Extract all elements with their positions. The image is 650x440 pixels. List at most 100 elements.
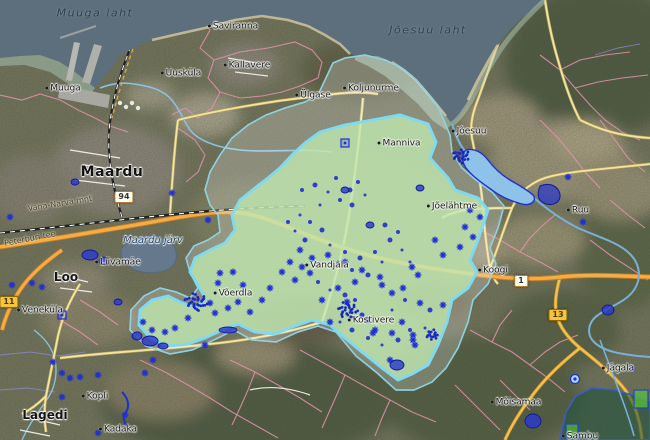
water-feature-spot [381,344,384,347]
karst-dot [191,292,194,295]
water-feature-spot [299,214,302,217]
natura-patch [634,390,648,408]
karst-dot [346,314,349,317]
protected-object-marker [297,247,304,254]
karst-dot [201,298,204,301]
karst-dot [457,157,460,160]
karst-dot [341,312,344,315]
protected-object-marker [325,252,332,259]
protected-object-marker [67,375,74,382]
water-feature-spot [396,230,400,234]
water-feature-spot [337,261,340,264]
satellite-basemap [0,0,650,440]
protected-object-marker [399,319,406,326]
protected-object-marker [415,272,422,279]
protected-site-dot [61,314,64,317]
water-feature-spot [343,293,348,298]
karst-dot [188,297,191,300]
karst-dot [349,316,352,319]
water-feature-spot [428,308,433,313]
protected-object-marker [400,285,407,292]
karst-dot [453,157,456,160]
protected-water-polygon [525,414,541,428]
karst-dot [202,295,205,298]
karst-dot [435,337,438,340]
protected-object-marker [59,370,66,377]
protected-water-polygon [82,250,98,260]
karst-dot [196,296,199,299]
protected-object-marker [172,325,179,332]
protected-object-marker [364,317,371,324]
protected-object-marker [409,264,416,271]
protected-object-marker [467,207,474,214]
water-feature-spot [338,198,342,202]
protected-object-marker [205,217,212,224]
spring-icon-dot [573,377,576,380]
protected-object-marker [225,305,232,312]
protected-object-marker [432,237,439,244]
protected-object-marker [307,270,314,277]
karst-dot [344,309,347,312]
karst-dot [199,304,202,307]
protected-object-marker [29,280,36,287]
water-feature-spot [366,273,371,278]
protected-water-polygon [341,187,349,193]
karst-dot [351,308,354,311]
protected-object-marker [39,284,46,291]
protected-water-polygon [366,222,374,228]
protected-object-marker [457,244,464,251]
protected-object-marker [212,310,219,317]
map-viewport[interactable]: Muuga lahtJõesuu lahtMaarduLooLagediMuug… [0,0,650,440]
karst-dot [462,151,465,154]
water-feature-spot [313,183,318,188]
protected-object-marker [9,282,16,289]
protected-object-marker [580,219,587,226]
protected-object-marker [292,277,299,284]
protected-water-polygon [158,343,168,349]
karst-dot [344,306,347,309]
protected-object-marker [565,174,572,181]
karst-dot [466,153,469,156]
karst-dot [430,331,433,334]
karst-dot [427,330,430,333]
karst-dot [196,299,199,302]
karst-dot [428,333,431,336]
water-feature-spot [373,250,377,254]
karst-dot [434,334,437,337]
protected-object-marker [162,329,169,336]
protected-object-marker [235,299,242,306]
water-feature-spot [334,176,338,180]
water-feature-spot [303,238,308,243]
protected-object-marker [185,315,192,322]
karst-dot [339,307,342,310]
protected-water-polygon [416,185,424,191]
protected-site-dot [344,142,347,145]
karst-dot [192,297,195,300]
karst-dot [185,298,188,301]
protected-object-marker [477,214,484,221]
karst-dot [467,151,470,154]
karst-dot [456,154,459,157]
protected-object-marker [309,255,316,262]
karst-dot [342,301,345,304]
protected-object-marker [169,190,176,197]
water-feature-spot [356,180,360,184]
water-feature-spot [350,203,355,208]
karst-dot [351,311,354,314]
water-feature-spot [327,191,330,194]
water-feature-spot [308,220,312,224]
karst-dot [467,158,470,161]
water-feature-spot [383,223,388,228]
water-feature-spot [409,261,412,264]
water-feature-spot [401,249,404,252]
water-feature-spot [316,280,320,284]
karst-dot [353,304,356,307]
protected-object-marker [335,285,342,292]
water-feature-spot [366,336,370,340]
water-feature-spot [424,327,427,330]
water-feature-spot [343,250,347,254]
protected-object-marker [267,285,274,292]
water-feature-spot [353,298,357,302]
water-feature-spot [300,188,304,192]
karst-dot [460,148,463,151]
